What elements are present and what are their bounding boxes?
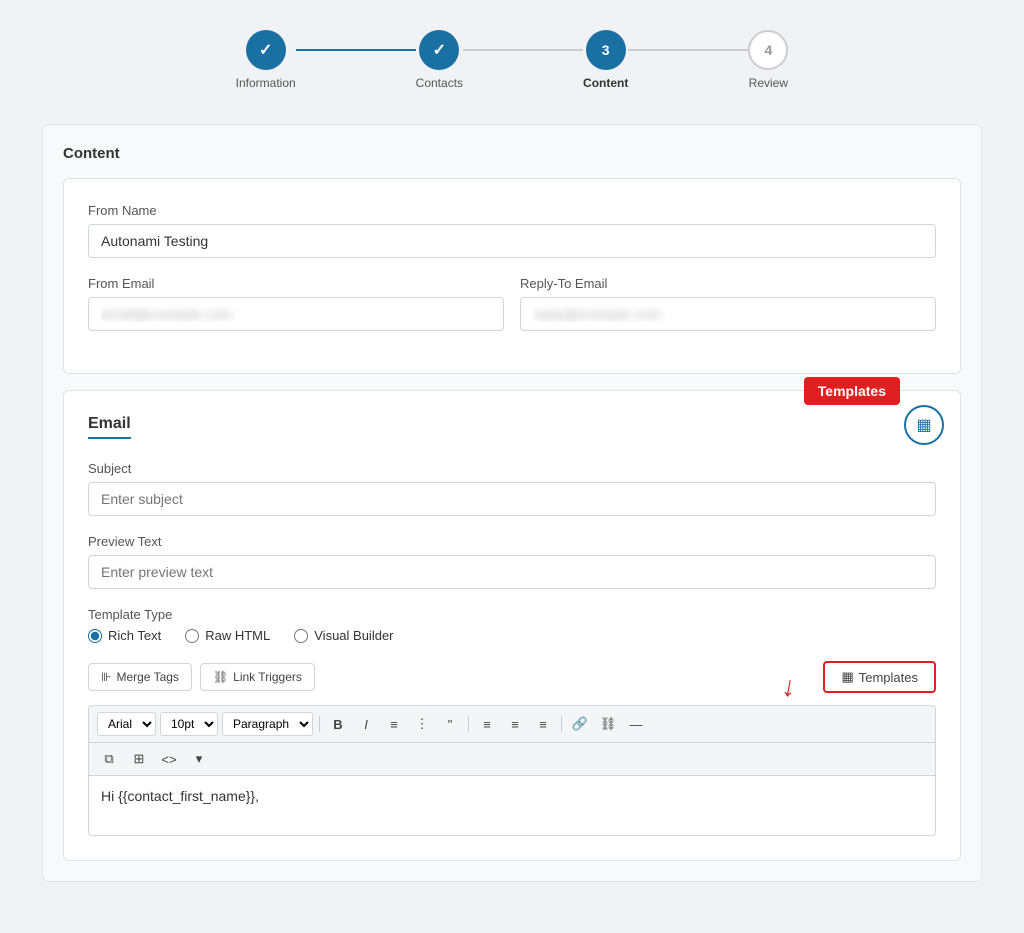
blockquote-button[interactable]: " xyxy=(438,712,462,736)
radio-raw-html[interactable]: Raw HTML xyxy=(185,628,270,643)
template-type-label: Template Type xyxy=(88,607,936,622)
stepper: ✓ Information ✓ Contacts 3 Content 4 Rev… xyxy=(20,20,1004,100)
code-button[interactable]: <> xyxy=(157,747,181,771)
red-arrow: ↓ xyxy=(779,670,798,704)
radio-rich-text[interactable]: Rich Text xyxy=(88,628,161,643)
from-email-group: From Email xyxy=(88,276,504,331)
step-information[interactable]: ✓ Information xyxy=(236,30,296,90)
subject-label: Subject xyxy=(88,461,936,476)
align-right-button[interactable]: ≡ xyxy=(531,712,555,736)
step-label-information: Information xyxy=(236,76,296,90)
step-circle-content: 3 xyxy=(586,30,626,70)
template-type-row: Rich Text Raw HTML Visual Builder xyxy=(88,628,936,643)
content-section-title: Content xyxy=(63,145,961,162)
toolbar-left: ⊪ Merge Tags ⛓ Link Triggers xyxy=(88,663,315,691)
from-name-label: From Name xyxy=(88,203,936,218)
step-content[interactable]: 3 Content xyxy=(583,30,628,90)
reply-to-input[interactable] xyxy=(520,297,936,331)
table-button[interactable]: ⊞ xyxy=(127,747,151,771)
editor-format-toolbar: Arial 10pt Paragraph B I ≡ ⋮ " ≡ ≡ ≡ xyxy=(88,705,936,743)
reply-to-group: Reply-To Email xyxy=(520,276,936,331)
preview-text-label: Preview Text xyxy=(88,534,936,549)
align-center-button[interactable]: ≡ xyxy=(503,712,527,736)
subject-group: Subject xyxy=(88,461,936,516)
radio-visual-builder[interactable]: Visual Builder xyxy=(294,628,393,643)
step-contacts[interactable]: ✓ Contacts xyxy=(416,30,463,90)
step-label-contacts: Contacts xyxy=(416,76,463,90)
unordered-list-button[interactable]: ≡ xyxy=(382,712,406,736)
from-email-label: From Email xyxy=(88,276,504,291)
font-family-select[interactable]: Arial xyxy=(97,712,156,736)
step-circle-contacts: ✓ xyxy=(419,30,459,70)
copy-button[interactable]: ⧉ xyxy=(97,747,121,771)
templates-btn-icon: ▦ xyxy=(841,669,853,685)
merge-tags-button[interactable]: ⊪ Merge Tags xyxy=(88,663,192,691)
step-review[interactable]: 4 Review xyxy=(748,30,788,90)
step-label-content: Content xyxy=(583,76,628,90)
align-left-button[interactable]: ≡ xyxy=(475,712,499,736)
sender-form-card: From Name From Email Reply-To Email xyxy=(63,178,961,374)
reply-to-label: Reply-To Email xyxy=(520,276,936,291)
templates-button[interactable]: ▦ Templates xyxy=(823,661,936,693)
connector-2 xyxy=(463,49,583,51)
from-name-input[interactable] xyxy=(88,224,936,258)
from-name-group: From Name xyxy=(88,203,936,258)
bold-button[interactable]: B xyxy=(326,712,350,736)
editor-toolbar-row: ⊪ Merge Tags ⛓ Link Triggers ↓ ▦ Templat… xyxy=(88,661,936,693)
connector-3 xyxy=(628,49,748,51)
unlink-button[interactable]: ⛓ xyxy=(596,712,620,736)
font-size-select[interactable]: 10pt xyxy=(160,712,218,736)
rich-text-label: Rich Text xyxy=(108,628,161,643)
merge-tags-icon: ⊪ xyxy=(101,670,111,684)
ordered-list-button[interactable]: ⋮ xyxy=(410,712,434,736)
link-triggers-button[interactable]: ⛓ Link Triggers xyxy=(200,663,315,691)
email-row: From Email Reply-To Email xyxy=(88,276,936,349)
templates-grid-icon: ▦ xyxy=(916,415,931,435)
step-circle-review: 4 xyxy=(748,30,788,70)
preview-text-input[interactable] xyxy=(88,555,936,589)
visual-builder-label: Visual Builder xyxy=(314,628,393,643)
templates-badge: Templates xyxy=(804,377,900,405)
editor-toolbar-row2: ⧉ ⊞ <> ▾ xyxy=(88,743,936,776)
hr-button[interactable]: — xyxy=(624,712,648,736)
link-icon: ⛓ xyxy=(213,670,228,684)
templates-icon-button[interactable]: ▦ xyxy=(904,405,944,445)
template-type-group: Template Type Rich Text Raw HTML Visual … xyxy=(88,607,936,643)
preview-text-group: Preview Text xyxy=(88,534,936,589)
step-label-review: Review xyxy=(749,76,788,90)
more-button[interactable]: ▾ xyxy=(187,747,211,771)
editor-body[interactable]: Hi {{contact_first_name}}, xyxy=(88,776,936,836)
paragraph-select[interactable]: Paragraph xyxy=(222,712,313,736)
raw-html-label: Raw HTML xyxy=(205,628,270,643)
subject-input[interactable] xyxy=(88,482,936,516)
connector-1 xyxy=(296,49,416,51)
email-section-title: Email xyxy=(88,415,131,439)
italic-button[interactable]: I xyxy=(354,712,378,736)
content-card: Content From Name From Email Reply-To Em… xyxy=(42,124,982,882)
from-email-input[interactable] xyxy=(88,297,504,331)
step-circle-information: ✓ xyxy=(246,30,286,70)
email-section: Templates ▦ Email Subject Preview Text T… xyxy=(63,390,961,861)
link-button[interactable]: 🔗 xyxy=(568,712,592,736)
